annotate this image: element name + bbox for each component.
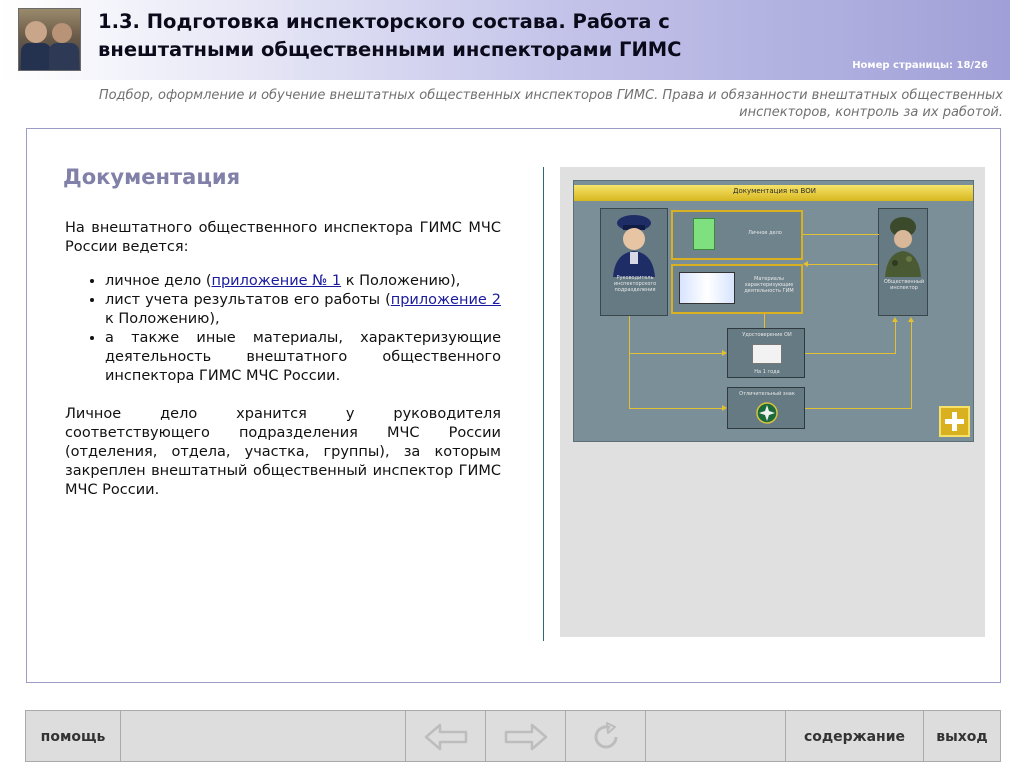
section-subtitle: Подбор, оформление и обучение внештатных… [98, 88, 1003, 120]
header-photo [18, 8, 81, 71]
nav-spacer [646, 711, 786, 762]
content-title: Документация [63, 165, 241, 189]
certificate-box: Удостоверение ОИ На 1 года [727, 328, 805, 378]
contents-button[interactable]: содержание [786, 711, 924, 762]
list-item: а также иные материалы, характеризующие … [105, 329, 501, 386]
connector [805, 353, 895, 354]
page-root: 1.3. Подготовка инспекторского состава. … [0, 0, 1010, 762]
page-title: 1.3. Подготовка инспекторского состава. … [98, 10, 682, 61]
personal-file-label: Личное дело [748, 230, 782, 236]
arrow [908, 317, 914, 322]
storage-paragraph: Личное дело хранится у руководителя соот… [65, 406, 501, 498]
intro-paragraph: На внештатного общественного инспектора … [65, 220, 501, 255]
refresh-icon [594, 722, 617, 749]
diagram-header: Документация на ВОИ [574, 185, 973, 201]
manager-caption: Руководитель инспекторского подразделени… [613, 275, 657, 293]
inspector-icon [885, 217, 921, 277]
help-button[interactable]: помощь [26, 711, 121, 762]
manager-box: Руководитель инспекторского подразделени… [600, 208, 668, 316]
forward-button[interactable] [486, 711, 566, 762]
content-text: На внештатного общественного инспектора … [65, 219, 501, 500]
arrow-left-icon [424, 723, 467, 751]
certificate-icon [752, 344, 782, 364]
exit-button[interactable]: выход [924, 711, 1000, 762]
emblem-icon [756, 402, 778, 424]
bottom-navigation: помощь содержание выход [25, 710, 1001, 762]
badge-label: Отличительный знак [739, 391, 795, 397]
connector [803, 234, 879, 235]
documentation-diagram: Документация на ВОИ Руководитель инспект… [573, 180, 974, 442]
certificate-sublabel: На 1 года [754, 369, 780, 375]
connector [805, 408, 911, 409]
arrow-right-icon [504, 723, 547, 751]
image-panel: Документация на ВОИ Руководитель инспект… [560, 167, 985, 637]
materials-box: Материалы характеризующие деятельность Г… [671, 264, 803, 314]
connector [629, 353, 722, 354]
back-button[interactable] [406, 711, 486, 762]
inspector-caption: Общественный инспектор [883, 279, 925, 291]
document-icon [679, 272, 735, 304]
divider [543, 167, 544, 641]
connector [895, 321, 896, 354]
connector [629, 316, 630, 409]
arrow [722, 350, 727, 356]
officer-icon [613, 215, 655, 277]
inspector-box: Общественный инспектор [878, 208, 928, 316]
connector [911, 321, 912, 409]
folder-icon [693, 218, 715, 250]
reload-button[interactable] [566, 711, 646, 762]
materials-label: Материалы характеризующие деятельность Г… [744, 276, 794, 294]
content-frame: Документация На внештатного общественног… [26, 128, 1001, 683]
list-item: личное дело (приложение № 1 к Положению)… [105, 272, 501, 291]
header: 1.3. Подготовка инспекторского состава. … [0, 0, 1010, 80]
personal-file-box: Личное дело [671, 210, 803, 260]
diagram-title: Документация на ВОИ [732, 187, 817, 195]
page-number: Номер страницы: 18/26 [852, 60, 988, 71]
arrow [722, 405, 727, 411]
list-item: лист учета результатов его работы (прило… [105, 291, 501, 329]
expand-plus-button[interactable] [939, 406, 970, 437]
appendix-1-link[interactable]: приложение № 1 [212, 273, 342, 289]
certificate-label: Удостоверение ОИ [742, 332, 792, 338]
arrow [892, 317, 898, 322]
connector [806, 264, 878, 265]
documents-list: личное дело (приложение № 1 к Положению)… [65, 272, 501, 386]
nav-spacer [121, 711, 406, 762]
badge-box: Отличительный знак [727, 387, 805, 429]
connector [629, 408, 722, 409]
appendix-2-link[interactable]: приложение 2 [391, 292, 501, 308]
connector [764, 314, 765, 328]
